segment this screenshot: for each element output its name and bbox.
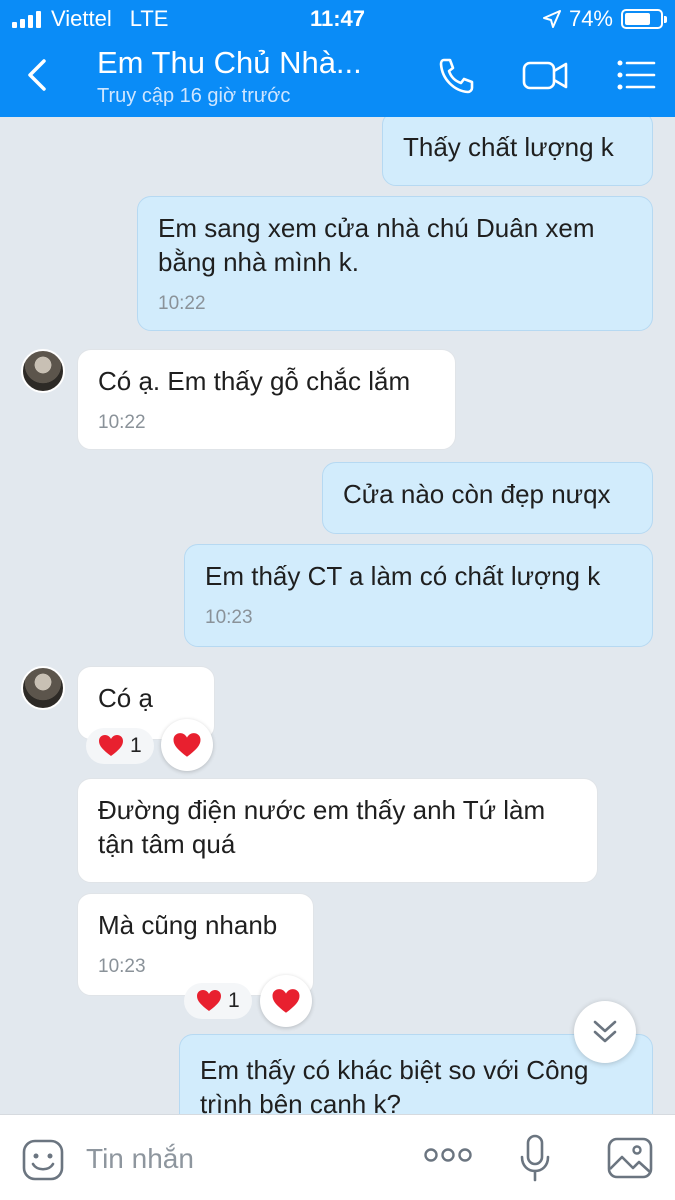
reaction-summary[interactable]: 1 [86,728,154,764]
message-time: 10:23 [205,607,253,628]
reaction-summary[interactable]: 1 [184,983,252,1019]
phone-icon[interactable] [434,52,480,98]
message-text: Mà cũng nhanb [98,910,278,940]
message-time: 10:22 [98,412,146,433]
message-text: Đường điện nước em thấy anh Tứ làm tận t… [98,795,546,859]
message-time: 10:22 [158,293,206,314]
microphone-icon[interactable] [518,1133,552,1183]
heart-icon [173,732,201,757]
menu-icon[interactable] [612,52,658,98]
message-time: 10:23 [98,956,146,977]
react-button[interactable] [260,975,312,1027]
reaction-count: 1 [228,989,240,1012]
reaction-count: 1 [130,734,142,757]
react-button[interactable] [161,719,213,771]
avatar[interactable] [21,349,65,393]
message-list[interactable]: Thấy chất lượng k Em sang xem cửa nhà ch… [0,117,675,1114]
image-icon[interactable] [606,1135,654,1181]
message-bubble-outgoing[interactable]: Em thấy CT a làm có chất lượng k 10:23 [184,544,653,647]
location-icon [542,10,561,28]
contact-name: Em Thu Chủ Nhà... [97,45,362,80]
message-bubble-incoming[interactable]: Đường điện nước em thấy anh Tứ làm tận t… [77,778,598,883]
message-text: Cửa nào còn đẹp nưqx [343,479,611,509]
sticker-icon[interactable] [20,1137,66,1183]
heart-icon [272,988,300,1013]
battery-icon [621,9,667,29]
last-seen: Truy cập 16 giờ trước [97,85,291,107]
message-text: Có ạ [98,683,153,713]
message-text: Thấy chất lượng k [403,132,614,162]
message-input[interactable]: Tin nhắn [86,1143,194,1175]
message-bubble-outgoing[interactable]: Thấy chất lượng k [382,117,653,186]
message-text: Em sang xem cửa nhà chú Duân xem bằng nh… [158,213,595,277]
contact-info[interactable]: Em Thu Chủ Nhà... Truy cập 16 giờ trước [97,45,362,108]
status-bar: Viettel LTE 11:47 74% [0,0,675,38]
message-bubble-outgoing[interactable]: Em sang xem cửa nhà chú Duân xem bằng nh… [137,196,653,331]
status-right: 74% [542,6,667,32]
heart-icon [99,735,123,756]
scroll-down-icon [593,1020,617,1043]
message-bubble-incoming[interactable]: Có ạ. Em thấy gỗ chắc lắm 10:22 [77,349,456,450]
heart-icon [197,990,221,1011]
back-chevron-icon[interactable] [20,55,54,95]
message-text: Em thấy CT a làm có chất lượng k [205,561,601,591]
message-text: Em thấy có khác biệt so với Công trình b… [200,1055,589,1114]
message-bubble-outgoing[interactable]: Cửa nào còn đẹp nưqx [322,462,653,534]
battery-percent: 74% [568,6,613,31]
scroll-to-bottom-button[interactable] [574,1001,636,1063]
more-icon[interactable] [423,1145,473,1165]
avatar[interactable] [21,666,65,710]
message-text: Có ạ. Em thấy gỗ chắc lắm [98,366,411,396]
chat-header: Viettel LTE 11:47 74% Em Thu Chủ Nhà... … [0,0,675,117]
video-call-icon[interactable] [520,52,570,98]
message-input-bar: Tin nhắn [0,1114,675,1200]
